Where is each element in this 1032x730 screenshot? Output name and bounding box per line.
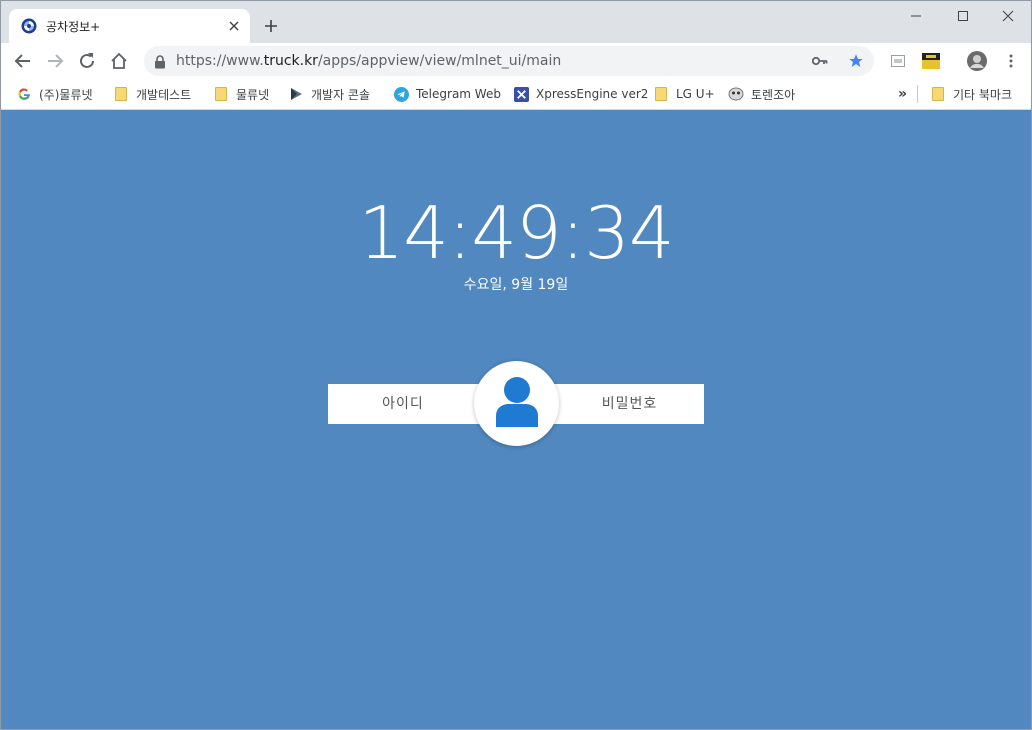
url-text: https://www.truck.kr/apps/appview/view/m… — [176, 53, 562, 69]
key-icon[interactable] — [810, 52, 830, 70]
folder-icon — [213, 86, 229, 102]
other-bookmarks[interactable]: 기타 북마크 — [930, 85, 1012, 103]
bookmark-label: 기타 북마크 — [953, 87, 1013, 102]
extension-icon[interactable] — [918, 48, 944, 74]
bookmarks-divider — [917, 85, 918, 103]
bookmark-item[interactable]: 토렌조아 — [728, 85, 795, 103]
tab-title: 공차정보+ — [46, 20, 101, 34]
bookmarks-overflow[interactable]: » — [898, 85, 907, 103]
more-vert-icon[interactable] — [998, 48, 1024, 74]
bookmark-item[interactable]: Telegram Web — [393, 85, 501, 103]
bookmarks-bar: (주)물류넷 개발테스트 물류넷 개발자 콘솔 Telegram Web Xpr… — [1, 79, 1031, 110]
bookmark-item[interactable]: LG U+ — [653, 85, 715, 103]
image-icon[interactable] — [885, 48, 911, 74]
bookmark-item[interactable]: 개발테스트 — [113, 85, 191, 103]
swirl-logo-icon — [21, 18, 37, 34]
tab-strip: 공차정보+ — [1, 1, 1031, 43]
user-icon — [495, 376, 539, 432]
close-icon[interactable] — [227, 19, 241, 33]
star-icon[interactable] — [846, 51, 866, 71]
bookmark-label: 물류넷 — [236, 87, 270, 102]
arrow-right-icon[interactable] — [42, 48, 68, 74]
page-content: 14:49:34 수요일, 9월 19일 — [1, 110, 1031, 729]
xe-icon — [513, 86, 529, 102]
login-avatar-button[interactable] — [474, 361, 559, 446]
reload-icon[interactable] — [74, 48, 100, 74]
bookmark-label: (주)물류넷 — [39, 87, 93, 102]
browser-window: 공차정보+ https://www.truck.kr/apps/appview/… — [0, 0, 1032, 730]
bookmark-item[interactable]: XpressEngine ver2 — [513, 85, 648, 103]
clock-time: 14:49:34 — [358, 191, 674, 275]
bookmark-item[interactable]: 물류넷 — [213, 85, 269, 103]
bookmark-label: 개발자 콘솔 — [311, 87, 371, 102]
bookmark-label: LG U+ — [676, 87, 715, 101]
mascot-icon — [728, 86, 744, 102]
password-input[interactable] — [545, 384, 704, 424]
overflow-chevron: » — [898, 86, 908, 102]
home-icon[interactable] — [106, 48, 132, 74]
clock-date: 수요일, 9월 19일 — [463, 277, 569, 293]
browser-tab[interactable]: 공차정보+ — [9, 9, 250, 43]
minimize-icon[interactable] — [893, 1, 939, 31]
username-input[interactable] — [328, 384, 488, 424]
folder-icon — [653, 86, 669, 102]
lock-icon[interactable] — [154, 54, 166, 69]
telegram-icon — [393, 86, 409, 102]
plus-icon[interactable] — [261, 16, 281, 36]
bookmark-label: 토렌조아 — [751, 87, 796, 102]
folder-icon — [113, 86, 129, 102]
close-icon[interactable] — [985, 1, 1031, 31]
toolbar: https://www.truck.kr/apps/appview/view/m… — [1, 43, 1031, 79]
address-bar[interactable]: https://www.truck.kr/apps/appview/view/m… — [144, 46, 874, 76]
play-console-icon — [288, 86, 304, 102]
bookmark-label: Telegram Web — [416, 87, 501, 101]
google-icon — [16, 86, 32, 102]
maximize-icon[interactable] — [940, 1, 986, 31]
arrow-left-icon[interactable] — [10, 48, 36, 74]
profile-avatar-icon[interactable] — [964, 48, 990, 74]
folder-icon — [930, 86, 946, 102]
bookmark-item[interactable]: (주)물류넷 — [16, 85, 93, 103]
bookmark-label: XpressEngine ver2 — [536, 87, 649, 101]
bookmark-label: 개발테스트 — [136, 87, 192, 102]
bookmark-item[interactable]: 개발자 콘솔 — [288, 85, 370, 103]
